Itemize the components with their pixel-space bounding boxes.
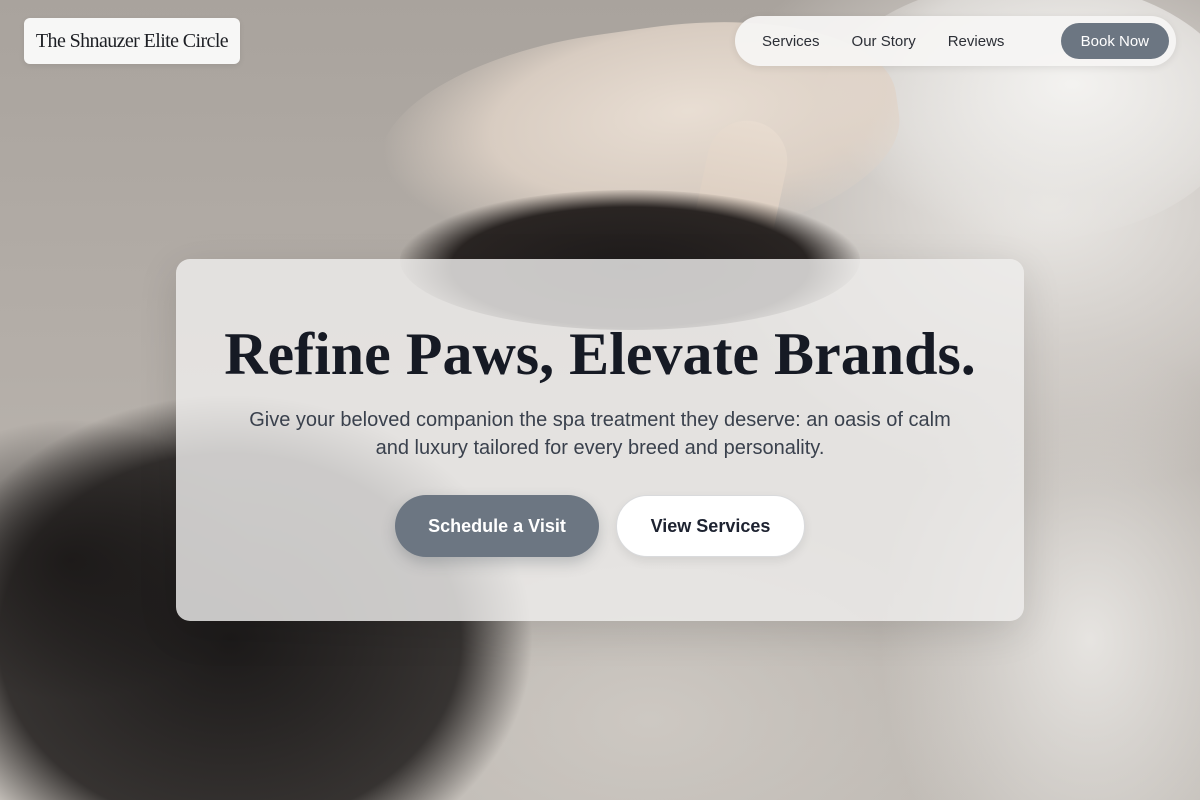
hero-headline: Refine Paws, Elevate Brands. [224, 321, 976, 387]
top-navigation: Services Our Story Reviews Book Now [735, 16, 1176, 66]
nav-link-our-story[interactable]: Our Story [836, 23, 932, 59]
nav-link-reviews[interactable]: Reviews [932, 23, 1021, 59]
view-services-button[interactable]: View Services [616, 495, 805, 557]
schedule-visit-button[interactable]: Schedule a Visit [395, 495, 599, 557]
brand-name: The Shnauzer Elite Circle [35, 29, 229, 52]
hero-button-row: Schedule a Visit View Services [176, 495, 1024, 557]
book-now-button[interactable]: Book Now [1060, 23, 1169, 59]
nav-link-services[interactable]: Services [746, 23, 836, 59]
brand-logo[interactable]: The Shnauzer Elite Circle [24, 18, 240, 64]
hero-card: Refine Paws, Elevate Brands. Give your b… [176, 259, 1024, 621]
hero-subtext: Give your beloved companion the spa trea… [249, 409, 951, 459]
